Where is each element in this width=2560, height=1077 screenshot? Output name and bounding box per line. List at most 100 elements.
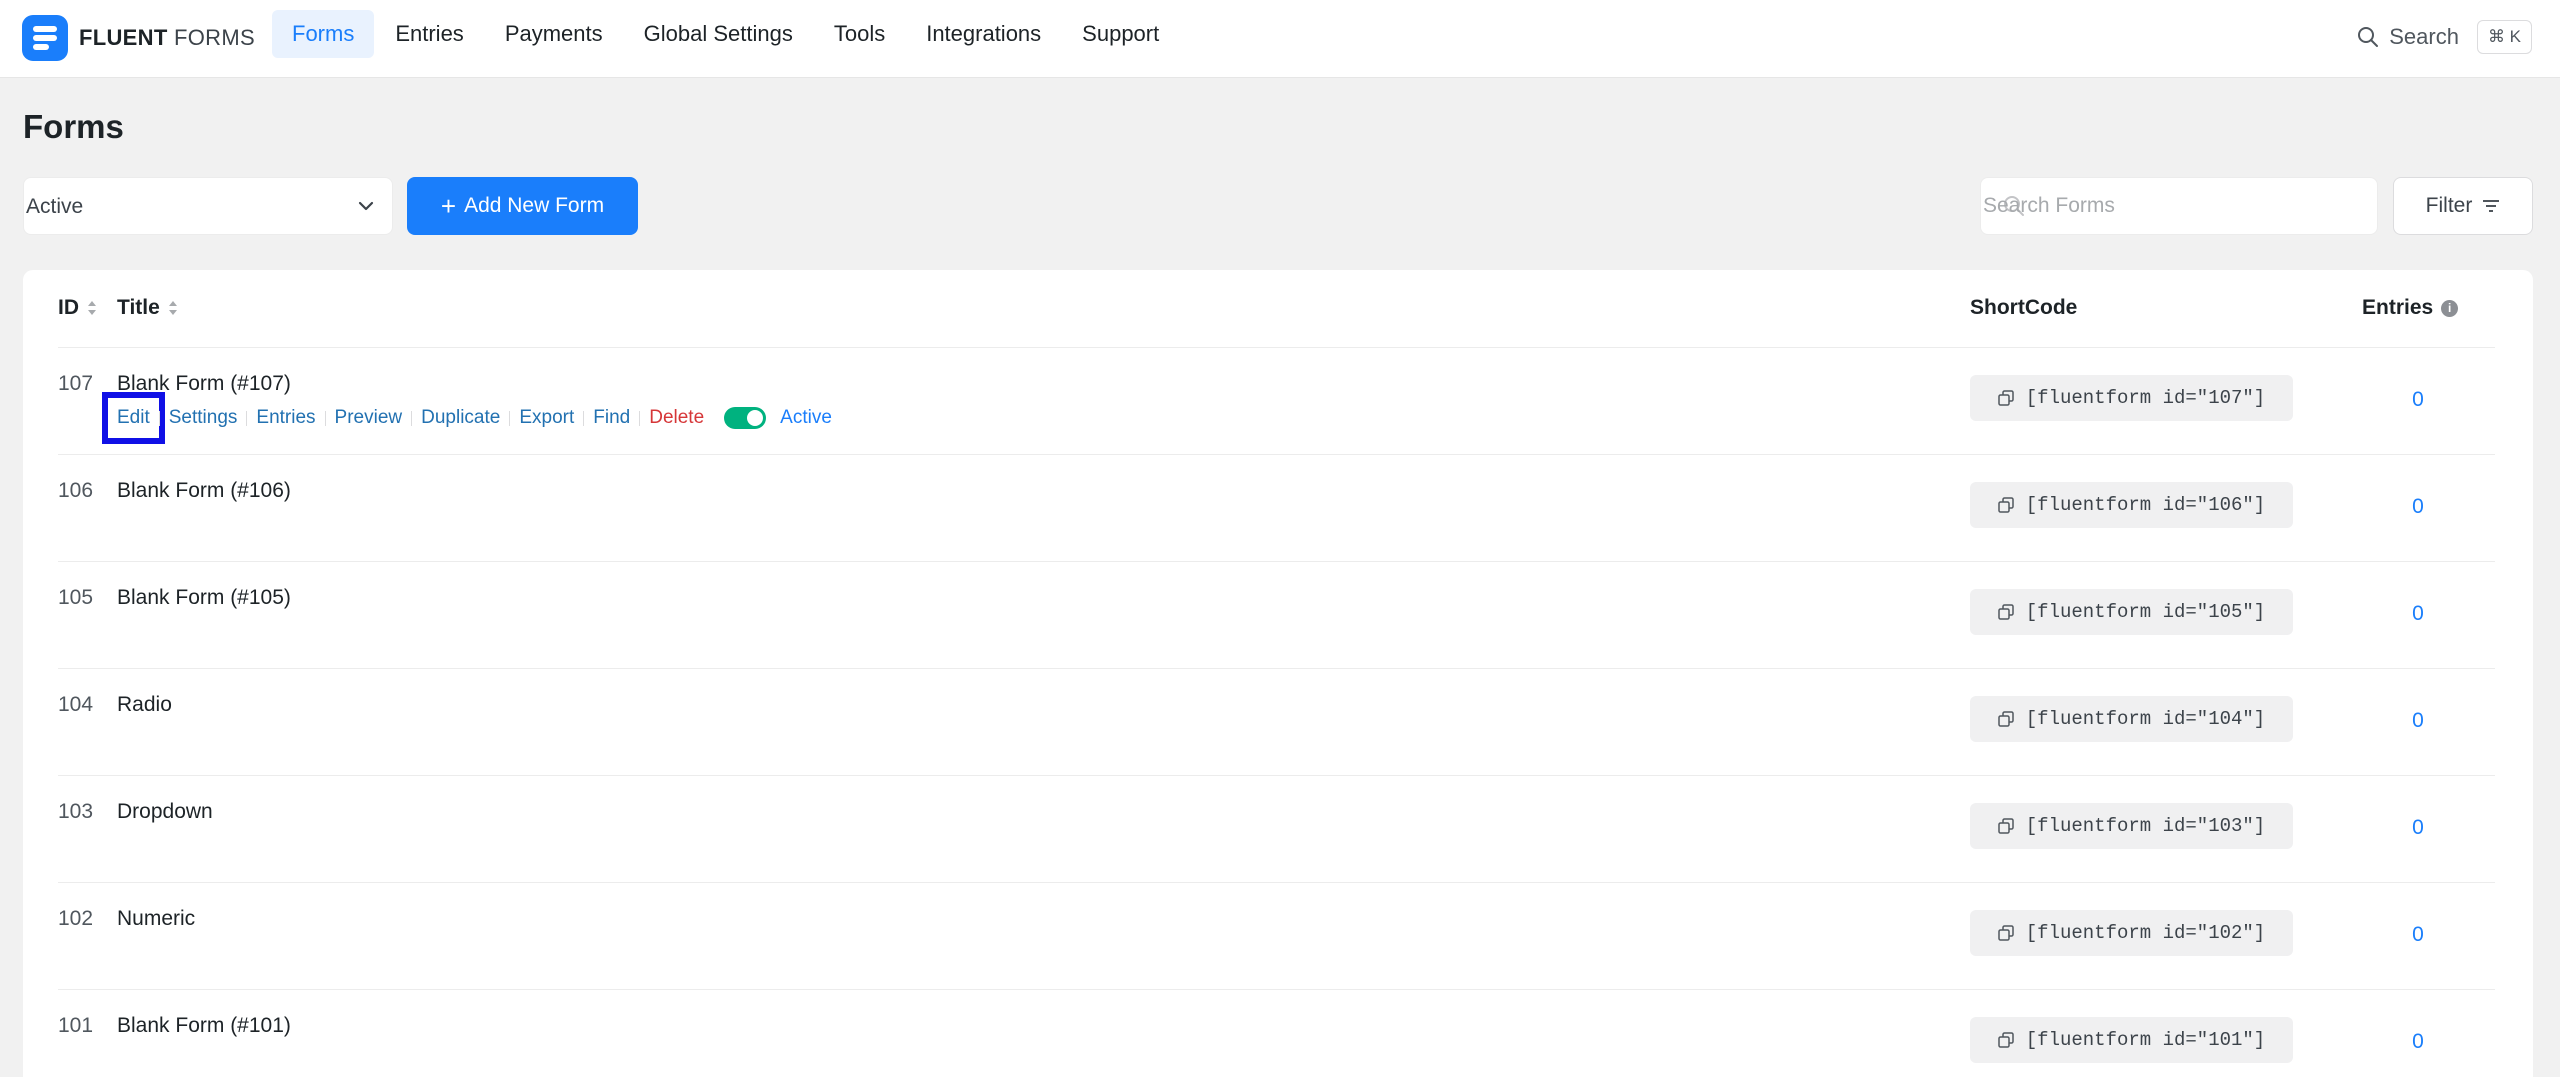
preview-link[interactable]: Preview [335, 407, 403, 429]
search-icon [2358, 27, 2379, 47]
delete-link[interactable]: Delete [649, 407, 704, 429]
entries-count-link[interactable]: 0 [2403, 495, 2433, 519]
nav-support[interactable]: Support [1062, 10, 1179, 58]
form-title[interactable]: Blank Form (#105) [117, 586, 291, 610]
edit-link[interactable]: Edit [102, 392, 165, 444]
nav-entries[interactable]: Entries [375, 10, 483, 58]
brand-name: FLUENT FORMS [79, 25, 255, 50]
filter-icon [2483, 200, 2500, 212]
shortcode-text: [fluentform id="107"] [2025, 387, 2266, 409]
action-separator [509, 410, 511, 426]
filter-button[interactable]: Filter [2393, 177, 2533, 235]
form-title[interactable]: Radio [117, 693, 172, 717]
column-header-title[interactable]: Title [117, 296, 178, 320]
form-id: 106 [58, 479, 94, 502]
find-link[interactable]: Find [593, 407, 630, 429]
entries-link[interactable]: Entries [256, 407, 315, 429]
nav-tools[interactable]: Tools [814, 10, 905, 58]
shortcode-copy-button[interactable]: [fluentform id="102"] [1970, 910, 2293, 956]
nav-global-settings[interactable]: Global Settings [624, 10, 813, 58]
entries-count-link[interactable]: 0 [2403, 602, 2433, 626]
column-header-title-label: Title [117, 296, 160, 319]
column-header-id-label: ID [58, 296, 79, 319]
copy-icon [1998, 604, 2014, 620]
column-header-entries: Entries i [2362, 296, 2459, 320]
chevron-down-icon [358, 201, 374, 211]
info-icon[interactable]: i [2441, 299, 2459, 317]
form-status-toggle[interactable] [724, 407, 767, 429]
form-id: 101 [58, 1014, 94, 1037]
shortcode-copy-button[interactable]: [fluentform id="107"] [1970, 375, 2293, 421]
filter-label: Filter [2425, 194, 2473, 217]
form-title[interactable]: Blank Form (#101) [117, 1014, 291, 1038]
global-search-label: Search [2389, 24, 2459, 49]
column-header-shortcode: ShortCode [1970, 296, 2078, 319]
shortcode-text: [fluentform id="103"] [2025, 815, 2266, 837]
shortcode-copy-button[interactable]: [fluentform id="103"] [1970, 803, 2293, 849]
brand-logo[interactable]: FLUENT FORMS [22, 15, 255, 61]
copy-icon [1998, 1032, 2014, 1048]
column-header-entries-label: Entries [2362, 296, 2434, 319]
add-new-form-label: Add New Form [464, 194, 605, 217]
action-separator [639, 410, 641, 426]
action-separator [158, 410, 160, 426]
search-forms-field[interactable] [1980, 177, 2378, 235]
entries-count-link[interactable]: 0 [2403, 923, 2433, 947]
table-row[interactable]: 102 Numeric [fluentform id="102"] 0 [58, 883, 2495, 990]
form-title[interactable]: Blank Form (#107) [117, 372, 291, 396]
top-navigation-bar: FLUENT FORMS Forms Entries Payments Glob… [0, 0, 2560, 78]
form-id: 104 [58, 693, 94, 716]
main-nav: Forms Entries Payments Global Settings T… [272, 10, 1180, 58]
action-separator [246, 410, 248, 426]
nav-integrations[interactable]: Integrations [906, 10, 1061, 58]
table-row[interactable]: 101 Blank Form (#101) [fluentform id="10… [58, 990, 2495, 1077]
plus-icon: + [440, 191, 457, 221]
table-row[interactable]: 106 Blank Form (#106) [fluentform id="10… [58, 455, 2495, 562]
copy-icon [1998, 818, 2014, 834]
form-title[interactable]: Dropdown [117, 800, 213, 824]
add-new-form-button[interactable]: + Add New Form [407, 177, 638, 235]
form-title[interactable]: Blank Form (#106) [117, 479, 291, 503]
entries-count-link[interactable]: 0 [2403, 1030, 2433, 1054]
entries-count-link[interactable]: 0 [2403, 388, 2433, 412]
search-shortcut-hint: ⌘ K [2476, 20, 2532, 54]
sort-icon [168, 301, 177, 315]
form-id: 107 [58, 372, 94, 395]
settings-link[interactable]: Settings [169, 407, 238, 429]
nav-forms[interactable]: Forms [272, 10, 375, 58]
entries-count-link[interactable]: 0 [2403, 816, 2433, 840]
row-actions: Edit Settings Entries Preview Duplicate … [102, 392, 832, 444]
fluent-forms-logo-icon [22, 15, 68, 61]
table-row[interactable]: 103 Dropdown [fluentform id="103"] 0 [58, 776, 2495, 883]
shortcode-copy-button[interactable]: [fluentform id="104"] [1970, 696, 2293, 742]
nav-payments[interactable]: Payments [485, 10, 623, 58]
shortcode-text: [fluentform id="104"] [2025, 708, 2266, 730]
shortcode-copy-button[interactable]: [fluentform id="101"] [1970, 1017, 2293, 1063]
search-forms-input[interactable] [1981, 178, 2377, 234]
shortcode-text: [fluentform id="101"] [2025, 1029, 2266, 1051]
form-title[interactable]: Numeric [117, 907, 195, 931]
table-row[interactable]: 107 Blank Form (#107) Edit Settings Entr… [58, 348, 2495, 455]
export-link[interactable]: Export [519, 407, 574, 429]
shortcode-copy-button[interactable]: [fluentform id="106"] [1970, 482, 2293, 528]
action-separator [411, 410, 413, 426]
shortcode-text: [fluentform id="106"] [2025, 494, 2266, 516]
page-title: Forms [23, 108, 124, 145]
column-header-id[interactable]: ID [58, 296, 97, 320]
shortcode-text: [fluentform id="102"] [2025, 922, 2266, 944]
duplicate-link[interactable]: Duplicate [421, 407, 500, 429]
shortcode-copy-button[interactable]: [fluentform id="105"] [1970, 589, 2293, 635]
table-row[interactable]: 104 Radio [fluentform id="104"] 0 [58, 669, 2495, 776]
status-select[interactable]: Active [23, 177, 393, 235]
copy-icon [1998, 925, 2014, 941]
table-row[interactable]: 105 Blank Form (#105) [fluentform id="10… [58, 562, 2495, 669]
status-select-value: Active [26, 195, 84, 218]
sort-icon [88, 301, 96, 315]
action-separator [324, 410, 326, 426]
global-search-button[interactable]: Search ⌘ K [2357, 20, 2532, 54]
form-id: 103 [58, 800, 94, 823]
entries-count-link[interactable]: 0 [2403, 709, 2433, 733]
form-id: 105 [58, 586, 94, 609]
form-status-label: Active [780, 407, 832, 428]
form-id: 102 [58, 907, 94, 930]
